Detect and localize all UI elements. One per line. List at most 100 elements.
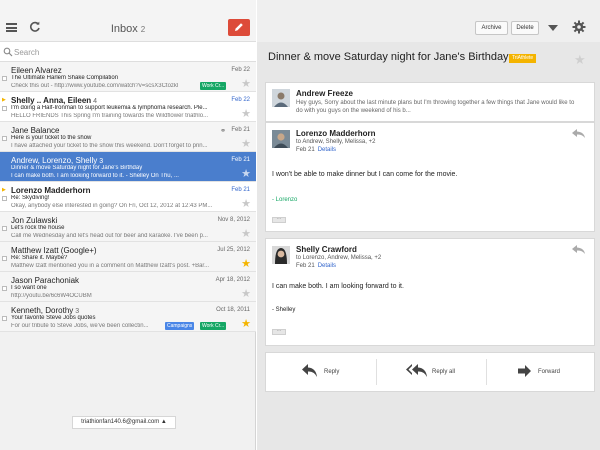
chevron-down-icon[interactable]: [548, 24, 558, 32]
message-date: Feb 21: [231, 157, 250, 163]
message-card-collapsed[interactable]: Andrew Freeze Hey guys, Sorry about the …: [265, 82, 595, 122]
message-sender-text: Kenneth, Dorothy: [11, 306, 74, 315]
checkbox[interactable]: [2, 76, 7, 81]
list-item[interactable]: Matthew Izatt (Google+) Jul 25, 2012 Re:…: [0, 242, 256, 272]
message-sender: Shelly .. Anna, Eileen 4: [11, 96, 97, 105]
inbox-count: 2: [140, 25, 146, 34]
important-marker-icon: ▶: [2, 97, 6, 103]
star-icon[interactable]: ★: [241, 259, 251, 270]
message-snippet: http://youtu.be/6c6W4OCUBM: [11, 293, 92, 299]
reply-all-icon: [406, 364, 427, 377]
avatar: [272, 130, 290, 148]
message-date-text: Feb 21: [296, 263, 315, 269]
reply-icon[interactable]: [572, 129, 586, 139]
star-icon[interactable]: ★: [241, 289, 251, 300]
reply-icon: [302, 364, 317, 377]
message-count: 4: [93, 98, 98, 105]
compose-button[interactable]: [228, 19, 250, 36]
list-item[interactable]: Shelly .. Anna, Eileen 4 Feb 22 ▶ I'm doi…: [0, 92, 256, 122]
search-input[interactable]: [14, 45, 250, 59]
label-badge: TriAthlete: [509, 54, 537, 63]
star-icon[interactable]: ★: [241, 319, 251, 330]
account-switcher[interactable]: triathionfan140.6@gmail.com ▲: [72, 416, 176, 429]
message-date: Feb 22: [231, 67, 250, 73]
message-sender: Shelly Crawford: [296, 245, 357, 254]
message-snippet: Check this out - http://www.youtube.com/…: [11, 83, 179, 89]
message-body: I can make both. I am looking forward to…: [272, 283, 404, 290]
message-date: Apr 18, 2012: [215, 277, 250, 283]
message-sender: Lorenzo Madderhorn: [11, 186, 91, 195]
message-sender: Andrew, Lorenzo, Shelly 3: [11, 156, 103, 165]
message-signature: - Shelley: [272, 307, 296, 313]
message-sender-text: Shelly .. Anna, Eileen: [11, 96, 92, 105]
reply-all-button[interactable]: Reply all: [376, 353, 486, 391]
message-recipients: to Lorenzo, Andrew, Melissa, +2: [296, 255, 382, 261]
message-subject: Dinner & move Saturday night for Jane's …: [11, 165, 143, 171]
checkbox[interactable]: [2, 286, 7, 291]
list-item[interactable]: Kenneth, Dorothy 3 Oct 18, 2011 Your favo…: [0, 302, 256, 332]
gear-icon[interactable]: [572, 20, 586, 34]
message-date: Feb 22: [231, 97, 250, 103]
message-date: Jul 25, 2012: [217, 247, 250, 253]
details-link[interactable]: Details: [318, 263, 336, 269]
message-sender: Kenneth, Dorothy 3: [11, 306, 79, 315]
checkbox[interactable]: [2, 196, 7, 201]
message-date-text: Feb 21: [296, 147, 315, 153]
reading-pane: Archive Delete Dinner & move Saturday ni…: [257, 0, 600, 450]
delete-button[interactable]: Delete: [511, 21, 539, 35]
message-sender: Andrew Freeze: [296, 89, 353, 98]
message-card: Shelly Crawford to Lorenzo, Andrew, Meli…: [265, 238, 595, 346]
inbox-title: Inbox 2: [0, 23, 256, 35]
checkbox[interactable]: [2, 136, 7, 141]
reply-button[interactable]: Reply: [266, 353, 376, 391]
search-bar: [0, 42, 256, 62]
forward-button[interactable]: Forward: [486, 353, 596, 391]
message-sender: Jon Zulawski: [11, 216, 58, 225]
message-subject: Here is your ticket to the show: [11, 135, 92, 141]
list-item[interactable]: Lorenzo Madderhorn Feb 21 ▶ Re: Skydivin…: [0, 182, 256, 212]
forward-label: Forward: [538, 369, 561, 375]
list-item-selected[interactable]: Andrew, Lorenzo, Shelly 3 Feb 21 Dinner &…: [0, 152, 256, 182]
list-item[interactable]: Jane Balance ⚭ Feb 21 Here is your ticke…: [0, 122, 256, 152]
message-subject: I so want one: [11, 285, 47, 291]
reply-all-label: Reply all: [432, 369, 456, 375]
star-icon[interactable]: ★: [574, 53, 586, 66]
list-item[interactable]: Jon Zulawski Nov 8, 2012 Let's rock the …: [0, 212, 256, 242]
archive-button[interactable]: Archive: [475, 21, 508, 35]
star-icon[interactable]: ★: [241, 109, 251, 120]
message-snippet: For our tribute to Steve Jobs, we've bee…: [11, 323, 149, 329]
message-subject: Re: Skydiving!: [11, 195, 50, 201]
show-trimmed-button[interactable]: ···: [272, 217, 286, 223]
star-icon[interactable]: ★: [241, 79, 251, 90]
show-trimmed-button[interactable]: ···: [272, 329, 286, 335]
message-date: Feb 21: [231, 127, 250, 133]
list-item[interactable]: Jason Parachoniak Apr 18, 2012 I so want…: [0, 272, 256, 302]
reply-action-bar: Reply Reply all Forward: [265, 352, 595, 392]
details-link[interactable]: Details: [318, 147, 336, 153]
thread-toolbar: Archive Delete: [257, 0, 600, 42]
avatar: [272, 246, 290, 264]
star-icon[interactable]: ★: [241, 139, 251, 150]
list-item[interactable]: Eileen Alvarez Feb 22 The Ultimate Harle…: [0, 62, 256, 92]
checkbox[interactable]: [2, 106, 7, 111]
message-sender: Lorenzo Madderhorn: [296, 129, 376, 138]
star-icon[interactable]: ★: [241, 169, 251, 180]
forward-icon: [518, 365, 531, 377]
label-badge: Work Cr...: [200, 322, 227, 330]
message-sender: Matthew Izatt (Google+): [11, 246, 97, 255]
checkbox[interactable]: [2, 316, 7, 321]
important-marker-icon: ▶: [2, 187, 6, 193]
reply-icon[interactable]: [572, 245, 586, 255]
avatar: [272, 89, 290, 107]
message-subject: I'm doing a Half-Ironman to support leuk…: [11, 105, 208, 111]
star-icon[interactable]: ★: [241, 199, 251, 210]
checkbox[interactable]: [2, 226, 7, 231]
message-snippet: Okay, anybody else interested in going? …: [11, 203, 213, 209]
pencil-icon: [235, 23, 243, 31]
thread-subject: Dinner & move Saturday night for Jane's …: [268, 51, 509, 63]
message-sender: Jane Balance: [11, 126, 60, 135]
checkbox[interactable]: [2, 256, 7, 261]
message-snippet: Hey guys, Sorry about the last minute pl…: [296, 100, 575, 114]
message-subject: Re: Share it. Maybe?: [11, 255, 68, 261]
star-icon[interactable]: ★: [241, 229, 251, 240]
